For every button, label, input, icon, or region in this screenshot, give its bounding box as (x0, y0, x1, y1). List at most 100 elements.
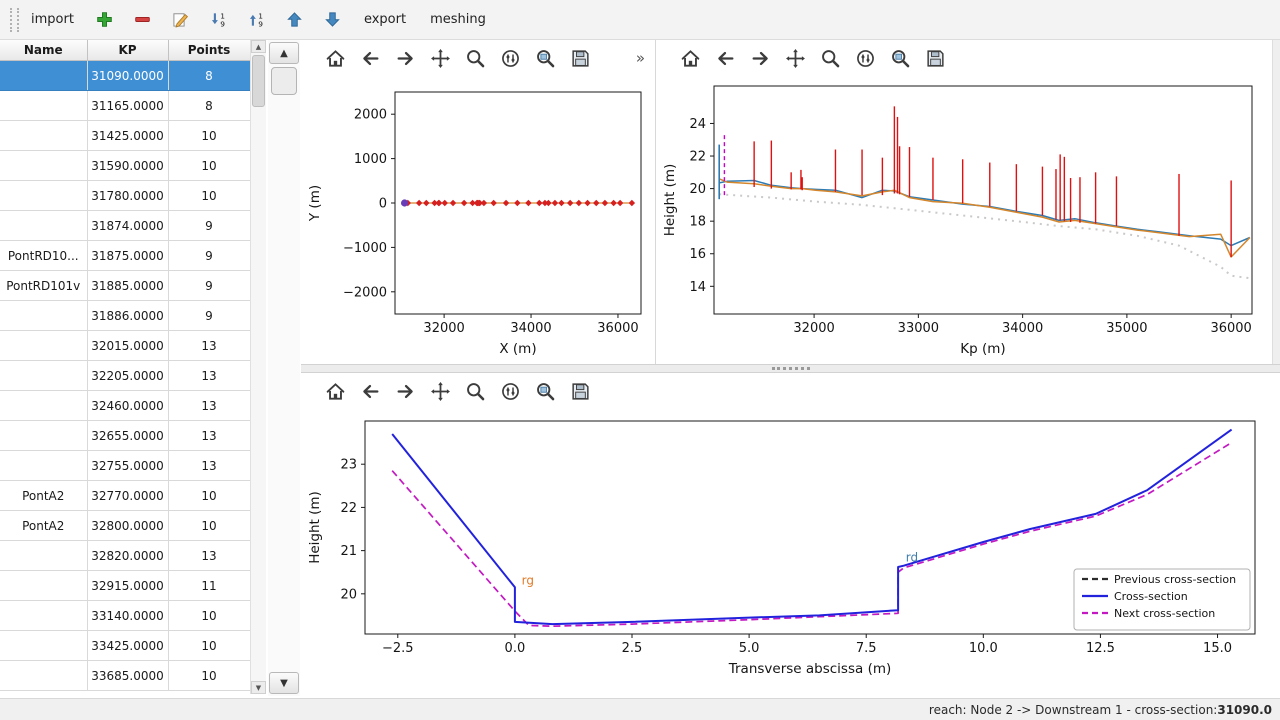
table-row[interactable]: 32460.000013 (0, 391, 250, 421)
table-row[interactable]: 31090.00008 (0, 61, 250, 91)
name-cell[interactable] (0, 91, 87, 121)
save-icon[interactable] (568, 379, 592, 403)
points-cell[interactable]: 13 (168, 541, 250, 571)
table-row[interactable]: PontRD101v31885.00009 (0, 271, 250, 301)
pan-icon[interactable] (783, 46, 807, 70)
name-cell[interactable]: PontA2 (0, 511, 87, 541)
name-cell[interactable] (0, 421, 87, 451)
home-icon[interactable] (323, 379, 347, 403)
meshing-button[interactable]: meshing (426, 7, 490, 33)
forward-icon[interactable] (393, 46, 417, 70)
points-cell[interactable]: 10 (168, 181, 250, 211)
kp-cell[interactable]: 32755.0000 (87, 451, 168, 481)
kp-cell[interactable]: 31165.0000 (87, 91, 168, 121)
name-cell[interactable] (0, 661, 87, 691)
name-cell[interactable] (0, 391, 87, 421)
points-cell[interactable]: 13 (168, 391, 250, 421)
points-cell[interactable]: 13 (168, 331, 250, 361)
points-cell[interactable]: 13 (168, 451, 250, 481)
sort-ascending-icon[interactable]: 19 (246, 7, 268, 33)
table-row[interactable]: 31886.00009 (0, 301, 250, 331)
toolbar-overflow-button[interactable]: » (634, 49, 647, 67)
zoom-rect-icon[interactable] (533, 379, 557, 403)
column-header-points[interactable]: Points (168, 40, 250, 61)
side-splitter[interactable] (1272, 40, 1280, 364)
edit-icon[interactable] (170, 7, 192, 33)
move-up-icon[interactable] (284, 7, 306, 33)
table-row[interactable]: 33140.000010 (0, 601, 250, 631)
points-cell[interactable]: 10 (168, 631, 250, 661)
table-row[interactable]: 32655.000013 (0, 421, 250, 451)
plan-view-plot[interactable]: 320003400036000−2000−1000010002000X (m)Y… (303, 76, 655, 364)
panel-scroll-up-button[interactable]: ▲ (269, 42, 299, 64)
name-cell[interactable] (0, 571, 87, 601)
save-icon[interactable] (568, 46, 592, 70)
pan-icon[interactable] (428, 379, 452, 403)
zoom-rect-icon[interactable] (533, 46, 557, 70)
name-cell[interactable] (0, 631, 87, 661)
forward-icon[interactable] (393, 379, 417, 403)
remove-cross-section-icon[interactable] (132, 7, 154, 33)
kp-cell[interactable]: 32770.0000 (87, 481, 168, 511)
table-row[interactable]: 33685.000010 (0, 661, 250, 691)
zoom-rect-icon[interactable] (888, 46, 912, 70)
name-cell[interactable] (0, 601, 87, 631)
long-profile-plot[interactable]: 3200033000340003500036000141618202224Kp … (658, 76, 1272, 364)
table-scrollbar[interactable]: ▲ ▼ (250, 40, 266, 694)
back-icon[interactable] (358, 379, 382, 403)
move-down-icon[interactable] (322, 7, 344, 33)
table-row[interactable]: 32820.000013 (0, 541, 250, 571)
column-header-kp[interactable]: KP (87, 40, 168, 61)
name-cell[interactable] (0, 121, 87, 151)
kp-cell[interactable]: 32015.0000 (87, 331, 168, 361)
kp-cell[interactable]: 31090.0000 (87, 61, 168, 91)
points-cell[interactable]: 13 (168, 421, 250, 451)
zoom-icon[interactable] (463, 379, 487, 403)
panel-scrollbar[interactable]: ▲ ▼ (268, 40, 300, 696)
forward-icon[interactable] (748, 46, 772, 70)
table-row[interactable]: 31874.00009 (0, 211, 250, 241)
kp-cell[interactable]: 31875.0000 (87, 241, 168, 271)
kp-cell[interactable]: 32820.0000 (87, 541, 168, 571)
export-button[interactable]: export (360, 7, 410, 33)
name-cell[interactable] (0, 181, 87, 211)
table-row[interactable]: 31780.000010 (0, 181, 250, 211)
kp-cell[interactable]: 31590.0000 (87, 151, 168, 181)
kp-cell[interactable]: 32655.0000 (87, 421, 168, 451)
back-icon[interactable] (358, 46, 382, 70)
points-cell[interactable]: 8 (168, 61, 250, 91)
name-cell[interactable] (0, 541, 87, 571)
save-icon[interactable] (923, 46, 947, 70)
kp-cell[interactable]: 31886.0000 (87, 301, 168, 331)
kp-cell[interactable]: 32800.0000 (87, 511, 168, 541)
name-cell[interactable]: PontA2 (0, 481, 87, 511)
kp-cell[interactable]: 32460.0000 (87, 391, 168, 421)
name-cell[interactable] (0, 301, 87, 331)
name-cell[interactable] (0, 451, 87, 481)
back-icon[interactable] (713, 46, 737, 70)
kp-cell[interactable]: 33140.0000 (87, 601, 168, 631)
points-cell[interactable]: 10 (168, 121, 250, 151)
table-row[interactable]: 33425.000010 (0, 631, 250, 661)
kp-cell[interactable]: 31874.0000 (87, 211, 168, 241)
name-cell[interactable]: PontRD101v (0, 271, 87, 301)
table-row[interactable]: PontRD10...31875.00009 (0, 241, 250, 271)
points-cell[interactable]: 9 (168, 301, 250, 331)
name-cell[interactable] (0, 211, 87, 241)
column-header-name[interactable]: Name (0, 40, 87, 61)
points-cell[interactable]: 10 (168, 151, 250, 181)
table-row[interactable]: 32205.000013 (0, 361, 250, 391)
home-icon[interactable] (678, 46, 702, 70)
add-cross-section-icon[interactable] (94, 7, 116, 33)
subplots-icon[interactable] (498, 379, 522, 403)
name-cell[interactable] (0, 61, 87, 91)
zoom-icon[interactable] (818, 46, 842, 70)
home-icon[interactable] (323, 46, 347, 70)
table-row[interactable]: 32915.000011 (0, 571, 250, 601)
kp-cell[interactable]: 31885.0000 (87, 271, 168, 301)
table-row[interactable]: 32755.000013 (0, 451, 250, 481)
table-row[interactable]: PontA232770.000010 (0, 481, 250, 511)
points-cell[interactable]: 10 (168, 481, 250, 511)
toolbar-grip[interactable] (10, 8, 19, 32)
sort-descending-icon[interactable]: 19 (208, 7, 230, 33)
